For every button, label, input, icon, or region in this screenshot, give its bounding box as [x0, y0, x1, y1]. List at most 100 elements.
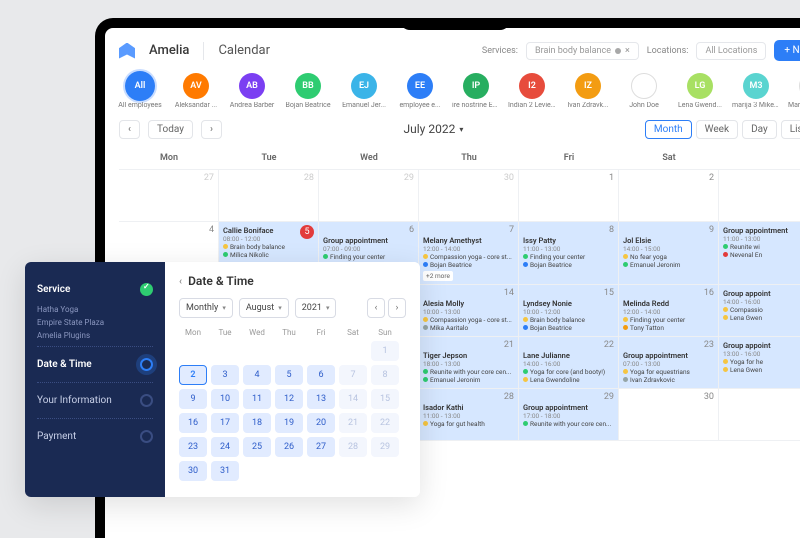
employee-avatar[interactable]: EJEmanuel Jer... [343, 73, 385, 110]
new-button[interactable]: + Ne [774, 40, 800, 61]
services-filter[interactable]: Brain body balance × [526, 42, 639, 60]
mini-day[interactable]: 12 [275, 389, 303, 409]
calendar-cell[interactable]: 15Lyndsey Nonie10:00 - 12:00Brain body b… [519, 285, 619, 337]
employee-avatar[interactable]: I2Indian 2 Levie Erne [511, 73, 553, 110]
mini-day[interactable]: 9 [179, 389, 207, 409]
calendar-cell[interactable]: 29 [319, 170, 419, 222]
recurrence-select[interactable]: Monthly▾ [179, 298, 233, 318]
today-button[interactable]: Today [148, 120, 193, 139]
mini-day[interactable]: 18 [243, 413, 271, 433]
calendar-cell[interactable]: Group appoint14:00 - 16:00CompassioLena … [719, 285, 800, 337]
employee-avatar[interactable]: IPire nostrine Emily Erne [455, 73, 497, 110]
ring-icon [140, 358, 153, 371]
mini-day[interactable]: 2 [179, 365, 207, 385]
mini-day[interactable]: 31 [211, 461, 239, 481]
day-number: 4 [123, 225, 214, 235]
day-number: 14 [423, 288, 514, 298]
mini-day[interactable]: 10 [211, 389, 239, 409]
locations-filter[interactable]: All Locations [696, 42, 766, 60]
mini-prev-button[interactable]: ‹ [367, 298, 385, 318]
calendar-cell[interactable]: 30 [419, 170, 519, 222]
mini-day[interactable]: 24 [211, 437, 239, 457]
wizard-step-payment[interactable]: Payment [37, 423, 153, 450]
view-tab-list[interactable]: List [781, 120, 800, 139]
event-tag: Lena Gwendoline [523, 376, 614, 384]
year-select[interactable]: 2021▾ [295, 298, 337, 318]
view-tab-week[interactable]: Week [696, 120, 738, 139]
mini-next-button[interactable]: › [388, 298, 406, 318]
calendar-cell[interactable]: 23Group appointment07:00 - 13:00Yoga for… [619, 337, 719, 389]
wizard-step-datetime[interactable]: Date & Time [37, 351, 153, 378]
calendar-cell[interactable]: 30 [619, 389, 719, 441]
calendar-cell[interactable] [719, 389, 800, 441]
wizard-step-service[interactable]: Service [37, 276, 153, 303]
calendar-cell[interactable]: 7Melany Amethyst12:00 - 14:00Compassion … [419, 222, 519, 285]
employee-avatar[interactable]: ABAndrea Barber [231, 73, 273, 110]
employee-avatar[interactable]: LGLena Gwend... [679, 73, 721, 110]
mini-day[interactable]: 13 [307, 389, 335, 409]
mini-day[interactable]: 7 [339, 365, 367, 385]
next-button[interactable]: › [201, 120, 222, 139]
chevron-left-icon[interactable]: ‹ [179, 276, 182, 287]
close-icon[interactable]: × [625, 46, 630, 56]
calendar-cell[interactable]: 28Isador Kathi11:00 - 13:00Yoga for gut … [419, 389, 519, 441]
prev-button[interactable]: ‹ [119, 120, 140, 139]
mini-day[interactable]: 23 [179, 437, 207, 457]
month-label[interactable]: July 2022 ▾ [404, 122, 464, 136]
mini-day[interactable]: 4 [243, 365, 271, 385]
calendar-cell[interactable]: 27 [119, 170, 219, 222]
mini-day[interactable]: 16 [179, 413, 207, 433]
employee-avatar[interactable]: AVAleksandar ... [175, 73, 217, 110]
calendar-cell[interactable]: 1 [519, 170, 619, 222]
mini-day[interactable]: 29 [371, 437, 399, 457]
calendar-cell[interactable]: 14Alesia Molly10:00 - 13:00Compassion yo… [419, 285, 519, 337]
employee-avatar[interactable]: IZIvan Zdravk... [567, 73, 609, 110]
mini-week: 1 [179, 341, 406, 361]
mini-day[interactable]: 1 [371, 341, 399, 361]
chevron-down-icon: ▾ [326, 304, 330, 312]
mini-day[interactable]: 6 [307, 365, 335, 385]
mini-day[interactable]: 21 [339, 413, 367, 433]
calendar-cell[interactable] [719, 170, 800, 222]
calendar-cell[interactable]: 28 [219, 170, 319, 222]
mini-day[interactable]: 19 [275, 413, 303, 433]
event-time: 11:00 - 13:00 [423, 412, 514, 420]
calendar-cell[interactable]: 29Group appointment17:00 - 18:00Reunite … [519, 389, 619, 441]
mini-day[interactable]: 3 [211, 365, 239, 385]
mini-day[interactable]: 20 [307, 413, 335, 433]
calendar-cell[interactable]: 2 [619, 170, 719, 222]
employee-avatar[interactable]: BBBojan Beatrice [287, 73, 329, 110]
mini-day[interactable]: 17 [211, 413, 239, 433]
mini-day[interactable]: 22 [371, 413, 399, 433]
calendar-cell[interactable]: 16Melinda Redd12:00 - 14:00Finding your … [619, 285, 719, 337]
avatar-circle: M3 [743, 73, 769, 99]
mini-day[interactable]: 8 [371, 365, 399, 385]
calendar-cell[interactable]: Group appointment11:00 - 13:00Reunite wi… [719, 222, 800, 285]
mini-day[interactable]: 14 [339, 389, 367, 409]
mini-day[interactable]: 5 [275, 365, 303, 385]
employee-avatar[interactable]: AllAll employees [119, 73, 161, 110]
mini-day[interactable]: 11 [243, 389, 271, 409]
calendar-cell[interactable]: 22Lane Julianne14:00 - 16:00Yoga for cor… [519, 337, 619, 389]
mini-day[interactable]: 27 [307, 437, 335, 457]
calendar-cell[interactable]: Group appoint13:00 - 16:00Yoga for heLen… [719, 337, 800, 389]
calendar-cell[interactable]: 8Issy Patty11:00 - 13:00Finding your cen… [519, 222, 619, 285]
employee-avatar[interactable]: EEemployee e... [399, 73, 441, 110]
wizard-main: ‹ Date & Time Monthly▾ August▾ 2021▾ ‹ ›… [165, 262, 420, 497]
view-tab-day[interactable]: Day [742, 120, 777, 139]
calendar-cell[interactable]: 21Tiger Jepson18:00 - 13:00Reunite with … [419, 337, 519, 389]
mini-day[interactable]: 26 [275, 437, 303, 457]
wizard-step-information[interactable]: Your Information [37, 387, 153, 414]
mini-day[interactable]: 25 [243, 437, 271, 457]
mini-day[interactable]: 28 [339, 437, 367, 457]
calendar-cell[interactable]: 9Jol Elsie14:00 - 15:00No fear yogaEmanu… [619, 222, 719, 285]
employee-avatar[interactable]: John Doe [623, 73, 665, 110]
month-select[interactable]: August▾ [239, 298, 289, 318]
day-number: 21 [423, 340, 514, 350]
mini-day[interactable]: 15 [371, 389, 399, 409]
employee-avatar[interactable]: Marija Errol Marija Tess [791, 73, 800, 110]
employee-avatar[interactable]: M3marija 3 Mike Sober [735, 73, 777, 110]
more-events[interactable]: +2 more [423, 271, 453, 281]
mini-day[interactable]: 30 [179, 461, 207, 481]
view-tab-month[interactable]: Month [645, 120, 692, 139]
